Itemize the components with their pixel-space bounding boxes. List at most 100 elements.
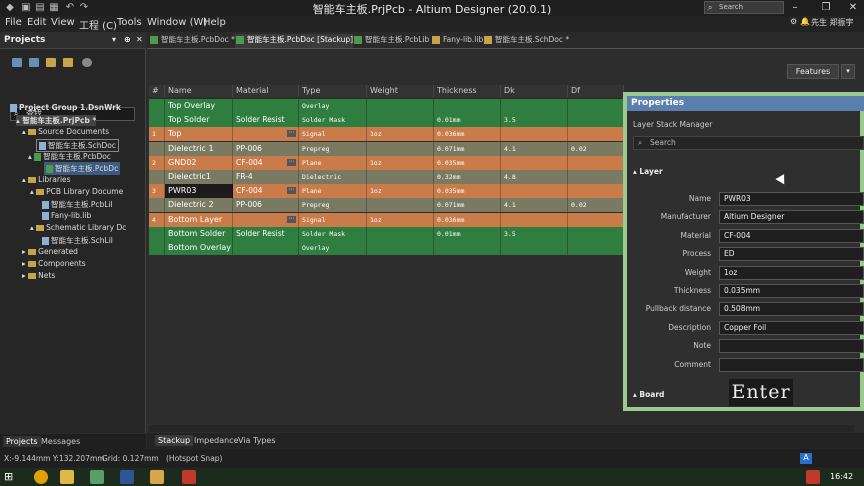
cell-type[interactable]: Signal bbox=[299, 127, 367, 142]
col-header-type[interactable]: Type bbox=[299, 85, 367, 97]
table-row[interactable]: Dielectric 2 PP-006 Prepreg 0.071mm 4.1 0.02 bbox=[149, 198, 624, 213]
tab-pcbdoc[interactable]: 智能车主板.PcbDoc * bbox=[149, 34, 235, 48]
altium-icon[interactable] bbox=[150, 470, 164, 484]
section-board[interactable]: ▴ Board bbox=[633, 390, 664, 399]
cell-weight[interactable] bbox=[367, 113, 434, 128]
table-row[interactable]: Bottom Solder Solder Resist Solder Mask 0.0… bbox=[149, 226, 624, 241]
menu-project[interactable]: 工程 (C) bbox=[79, 17, 117, 32]
folder-open-icon[interactable] bbox=[46, 58, 56, 67]
cell-material[interactable]: CF-004 ⋯ bbox=[233, 184, 299, 199]
cell-num[interactable] bbox=[149, 113, 165, 128]
tree-fany-lib[interactable]: Fany-lib.lib bbox=[42, 211, 91, 220]
tree-sch-lib-docs[interactable]: ▴ Schematic Library Dc bbox=[30, 223, 126, 232]
col-header-material[interactable]: Material bbox=[233, 85, 299, 97]
cell-df[interactable] bbox=[568, 226, 624, 241]
table-row[interactable]: Bottom Overlay Overlay bbox=[149, 241, 624, 255]
tab-via-types[interactable]: Via Types bbox=[235, 435, 279, 446]
field-process-input[interactable]: ED bbox=[719, 247, 864, 262]
menu-help[interactable]: Help bbox=[203, 17, 226, 28]
cell-thickness[interactable] bbox=[434, 241, 501, 255]
cell-type[interactable]: Solder Mask bbox=[299, 226, 367, 241]
cell-type[interactable]: Solder Mask bbox=[299, 113, 367, 128]
table-row[interactable]: Top Solder Solder Resist Solder Mask 0.01mm… bbox=[149, 113, 624, 128]
bell-icon[interactable]: 🔔 bbox=[800, 17, 810, 26]
cell-df[interactable] bbox=[568, 184, 624, 199]
tree-components[interactable]: ▸ Components bbox=[22, 259, 86, 268]
explorer-icon[interactable] bbox=[60, 470, 74, 484]
cell-thickness[interactable]: 0.036mm bbox=[434, 127, 501, 142]
cell-dk[interactable] bbox=[501, 155, 568, 170]
cell-type[interactable]: Dielectric bbox=[299, 170, 367, 184]
tab-messages[interactable]: Messages bbox=[38, 436, 83, 447]
horizontal-scrollbar[interactable] bbox=[149, 425, 854, 432]
cell-num[interactable] bbox=[149, 99, 165, 113]
tree-libraries[interactable]: ▴ Libraries bbox=[22, 175, 71, 184]
cell-num[interactable]: 1 bbox=[149, 127, 165, 142]
cell-thickness[interactable]: 0.32mm bbox=[434, 170, 501, 184]
cell-material[interactable]: Solder Resist bbox=[233, 226, 299, 241]
cell-name[interactable]: Dielectric 2 bbox=[165, 198, 233, 213]
field-weight-input[interactable]: 1oz bbox=[719, 265, 864, 280]
tree-schlib[interactable]: 智能车主板.SchLil bbox=[42, 235, 113, 246]
cell-dk[interactable]: 4.8 bbox=[501, 170, 568, 184]
cell-num[interactable] bbox=[149, 226, 165, 241]
col-header-df[interactable]: Df bbox=[568, 85, 624, 97]
field-description-input[interactable]: Copper Foil bbox=[719, 320, 864, 335]
cell-num[interactable]: 3 bbox=[149, 184, 165, 199]
pin-icon[interactable]: ⊕ bbox=[124, 35, 131, 44]
cell-df[interactable] bbox=[568, 241, 624, 255]
table-row[interactable]: 2 GND02 CF-004 ⋯ Plane 1oz 0.035mm bbox=[149, 155, 624, 170]
cell-weight[interactable] bbox=[367, 241, 434, 255]
cell-name[interactable]: GND02 bbox=[165, 155, 233, 170]
cell-num[interactable]: 2 bbox=[149, 155, 165, 170]
section-layer[interactable]: ▴ Layer bbox=[633, 167, 663, 176]
cell-dk[interactable]: 3.5 bbox=[501, 113, 568, 128]
project-icon[interactable] bbox=[29, 58, 39, 67]
close-button[interactable]: ✕ bbox=[844, 1, 862, 15]
cell-material[interactable]: CF-004 ⋯ bbox=[233, 155, 299, 170]
menu-view[interactable]: View bbox=[51, 17, 75, 28]
col-header-num[interactable]: # bbox=[149, 85, 165, 97]
features-dropdown[interactable]: ▾ bbox=[841, 64, 855, 79]
cell-type[interactable]: Overlay bbox=[299, 99, 367, 113]
cell-dk[interactable] bbox=[501, 184, 568, 199]
properties-search[interactable]: ⌕ Search bbox=[633, 136, 864, 150]
start-icon[interactable]: ⊞ bbox=[4, 470, 18, 484]
app-icon[interactable] bbox=[90, 470, 104, 484]
tree-project[interactable]: ▴ 智能车主板.PrjPcb * bbox=[16, 115, 97, 126]
features-button[interactable]: Features bbox=[787, 64, 839, 79]
cell-material[interactable]: Solder Resist bbox=[233, 113, 299, 128]
cell-material[interactable] bbox=[233, 99, 299, 113]
cell-material[interactable]: FR-4 bbox=[233, 170, 299, 184]
cell-thickness[interactable]: 0.071mm bbox=[434, 198, 501, 213]
close-panel-icon[interactable]: ✕ bbox=[136, 35, 143, 44]
field-manufacturer-input[interactable]: Altium Designer bbox=[719, 210, 864, 225]
col-header-weight[interactable]: Weight bbox=[367, 85, 434, 97]
material-picker-button[interactable]: ⋯ bbox=[287, 130, 296, 138]
cell-df[interactable] bbox=[568, 113, 624, 128]
material-picker-button[interactable]: ⋯ bbox=[287, 215, 296, 223]
cell-dk[interactable] bbox=[501, 127, 568, 142]
tray-icon[interactable] bbox=[806, 470, 820, 484]
cell-weight[interactable]: 1oz bbox=[367, 184, 434, 199]
table-row[interactable]: Top Overlay Overlay bbox=[149, 99, 624, 113]
cell-dk[interactable]: 3.5 bbox=[501, 226, 568, 241]
cell-thickness[interactable]: 0.01mm bbox=[434, 226, 501, 241]
settings-icon[interactable] bbox=[82, 58, 92, 67]
tree-pcbdoc-stackup[interactable]: 智能车主板.PcbDc bbox=[44, 162, 121, 175]
cell-num[interactable]: 4 bbox=[149, 212, 165, 227]
cell-weight[interactable]: 1oz bbox=[367, 212, 434, 227]
menu-file[interactable]: File bbox=[5, 17, 22, 28]
tree-pcbdoc[interactable]: ▴ 智能车主板.PcbDoc bbox=[28, 151, 111, 162]
menu-window[interactable]: Window (W) bbox=[147, 17, 207, 28]
col-header-dk[interactable]: Dk bbox=[501, 85, 568, 97]
tree-pcb-lib-docs[interactable]: ▴ PCB Library Docume bbox=[30, 187, 123, 196]
cell-df[interactable] bbox=[568, 99, 624, 113]
cell-weight[interactable] bbox=[367, 198, 434, 213]
cell-num[interactable] bbox=[149, 241, 165, 255]
cell-weight[interactable]: 1oz bbox=[367, 155, 434, 170]
cell-thickness[interactable]: 0.035mm bbox=[434, 184, 501, 199]
field-material-input[interactable]: CF-004 bbox=[719, 228, 864, 243]
table-row[interactable]: Dielectric1 FR-4 Dielectric 0.32mm 4.8 bbox=[149, 170, 624, 184]
cell-name[interactable]: Top Overlay bbox=[165, 99, 233, 113]
